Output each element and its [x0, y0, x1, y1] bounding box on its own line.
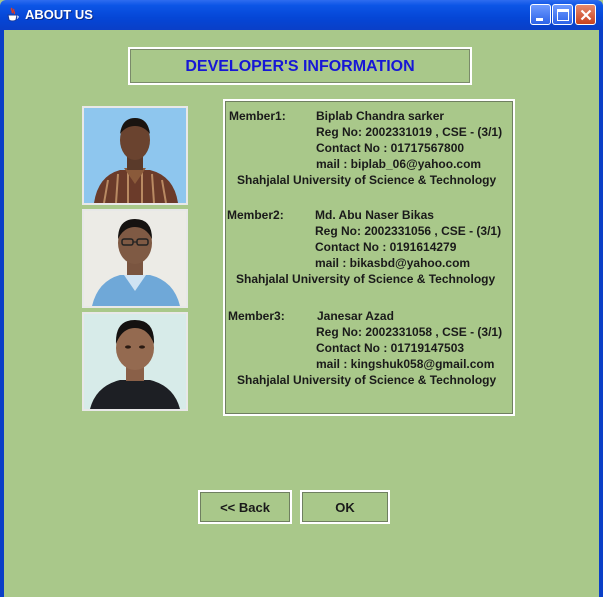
- member1-label: Member1:: [229, 109, 286, 123]
- ok-button[interactable]: OK: [300, 490, 390, 524]
- back-button[interactable]: << Back: [198, 490, 292, 524]
- member1-reg: Reg No: 2002331019 , CSE - (3/1): [316, 125, 503, 139]
- close-button[interactable]: [575, 4, 596, 25]
- member3-contact: Contact No : 01719147503: [316, 341, 465, 355]
- heading-panel: DEVELOPER'S INFORMATION: [128, 47, 472, 85]
- title-bar[interactable]: ABOUT US: [0, 0, 603, 30]
- member3-reg: Reg No: 2002331058 , CSE - (3/1): [316, 325, 503, 339]
- window-border-left: [0, 30, 4, 597]
- member3-university: Shahjalal University of Science & Techno…: [237, 373, 497, 387]
- member2-label: Member2:: [227, 208, 284, 222]
- member1-photo: [82, 106, 188, 205]
- maximize-icon: [557, 9, 569, 21]
- member3-label: Member3:: [228, 309, 285, 323]
- member1-contact: Contact No : 01717567800: [316, 141, 465, 155]
- minimize-button[interactable]: [530, 4, 551, 25]
- member1-mail: mail : biplab_06@yahoo.com: [316, 157, 482, 171]
- member1-university: Shahjalal University of Science & Techno…: [237, 173, 497, 187]
- java-cup-icon: [7, 7, 19, 22]
- member2-mail: mail : bikasbd@yahoo.com: [315, 256, 471, 270]
- member3-name: Janesar Azad: [317, 309, 394, 323]
- close-icon: [580, 9, 592, 21]
- maximize-button[interactable]: [552, 4, 573, 25]
- window-title: ABOUT US: [25, 7, 93, 22]
- member2-reg: Reg No: 2002331056 , CSE - (3/1): [315, 224, 502, 238]
- member1-name: Biplab Chandra sarker: [316, 109, 445, 123]
- window-border-right: [599, 30, 603, 597]
- member3-mail: mail : kingshuk058@gmail.com: [316, 357, 495, 371]
- member2-contact: Contact No : 0191614279: [315, 240, 457, 254]
- member2-photo: [82, 209, 188, 308]
- member3-photo: [82, 312, 188, 411]
- member2-name: Md. Abu Naser Bikas: [315, 208, 434, 222]
- minimize-icon: [536, 18, 543, 21]
- page-title: DEVELOPER'S INFORMATION: [185, 58, 415, 75]
- member2-university: Shahjalal University of Science & Techno…: [236, 272, 496, 286]
- about-us-window: ABOUT US DEVELOPER'S INFORMATION Member1…: [0, 0, 603, 597]
